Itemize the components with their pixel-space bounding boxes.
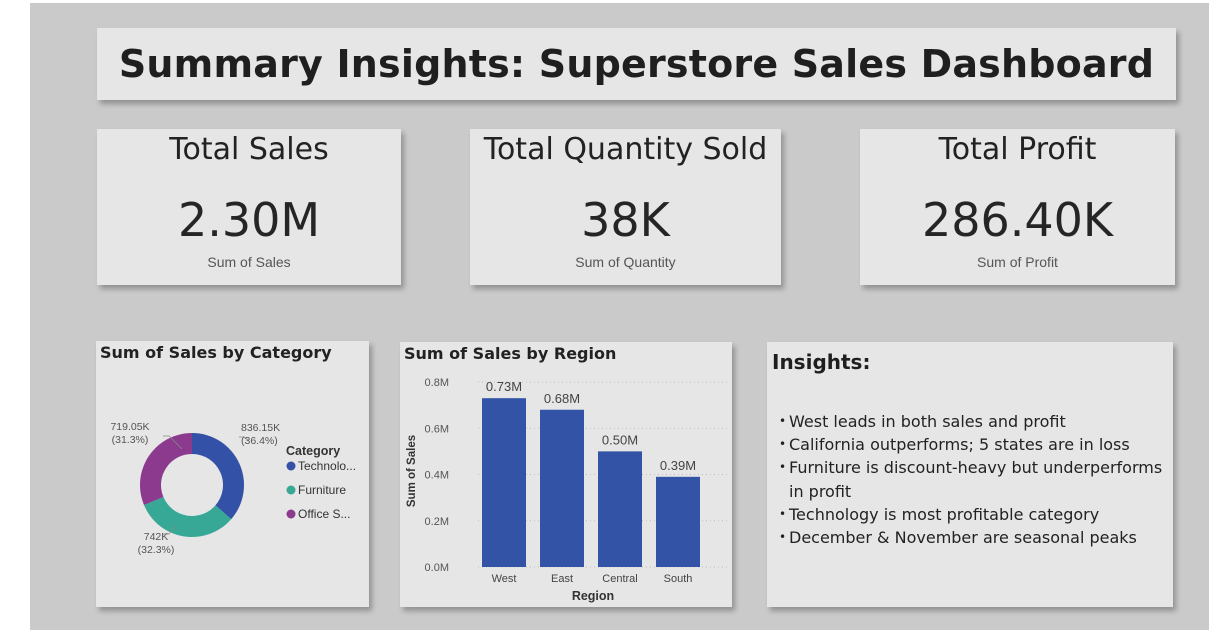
bar[interactable]	[482, 398, 526, 567]
x-tick-label: West	[492, 573, 517, 585]
sales-by-category-chart[interactable]: Sum of Sales by Category 836.15K (36.4%) 7…	[96, 341, 369, 607]
y-tick-label: 0.4M	[425, 470, 449, 482]
donut-value-label: 836.15K	[241, 422, 280, 434]
donut-percent-label: (31.3%)	[112, 434, 149, 446]
donut-value-label: 742K	[144, 531, 169, 543]
donut-percent-label: (36.4%)	[241, 435, 278, 447]
insights-list: West leads in both sales and profit Cali…	[779, 410, 1167, 549]
bar-value-label: 0.39M	[660, 458, 696, 473]
insight-item: Technology is most profitable category	[779, 503, 1167, 526]
y-tick-label: 0.0M	[425, 562, 449, 574]
sales-by-region-chart[interactable]: Sum of Sales by Region 0.0M 0.2M 0.4M 0.6M 0…	[400, 342, 732, 607]
donut-slice[interactable]	[192, 433, 245, 520]
page-title: Summary Insights: Superstore Sales Dashb…	[118, 42, 1155, 86]
insights-panel: Insights: West leads in both sales and p…	[767, 342, 1173, 607]
y-tick-label: 0.6M	[425, 423, 449, 435]
kpi-label: Sum of Sales	[207, 254, 291, 270]
legend-marker	[286, 485, 296, 495]
x-tick-label: Central	[602, 573, 637, 585]
bar-value-label: 0.73M	[486, 379, 522, 394]
kpi-label: Sum of Profit	[977, 254, 1058, 270]
title-card: Summary Insights: Superstore Sales Dashb…	[97, 28, 1176, 100]
kpi-value: 38K	[581, 193, 670, 247]
y-tick-label: 0.2M	[425, 516, 449, 528]
insights-title: Insights:	[772, 350, 871, 374]
donut-percent-label: (32.3%)	[138, 544, 175, 556]
kpi-card-total-quantity[interactable]: Total Quantity Sold 38K Sum of Quantity	[470, 129, 781, 285]
x-axis-label: Region	[572, 589, 614, 603]
x-tick-label: South	[664, 573, 693, 585]
bar-value-label: 0.50M	[602, 432, 638, 447]
kpi-card-total-sales[interactable]: Total Sales 2.30M Sum of Sales	[97, 129, 401, 285]
legend-title: Category	[286, 444, 340, 458]
bar[interactable]	[540, 409, 584, 567]
insight-item: Furniture is discount-heavy but underper…	[779, 456, 1167, 502]
y-axis-label: Sum of Sales	[406, 435, 418, 507]
kpi-value: 286.40K	[921, 193, 1114, 247]
bar[interactable]	[656, 476, 700, 567]
bar-chart-svg: 0.0M 0.2M 0.4M 0.6M 0.8M Sum of Sales 0.73M Wes…	[406, 377, 728, 603]
kpi-value: 2.30M	[177, 193, 321, 247]
legend-label[interactable]: Office S...	[298, 507, 350, 521]
donut-chart-svg: 836.15K(36.4%) 742K(32.3%) 719.05K(31.3%) C…	[110, 421, 356, 556]
legend-marker	[286, 461, 296, 471]
x-tick-label: East	[551, 573, 573, 585]
legend-marker	[286, 509, 296, 519]
insight-item: California outperforms; 5 states are in …	[779, 433, 1167, 456]
bar-value-label: 0.68M	[544, 391, 580, 406]
legend-label[interactable]: Furniture	[298, 483, 346, 497]
bar[interactable]	[598, 451, 642, 567]
kpi-title: Total Sales	[169, 132, 329, 167]
donut-value-label: 719.05K	[110, 421, 149, 433]
insight-item: West leads in both sales and profit	[779, 410, 1167, 433]
kpi-label: Sum of Quantity	[575, 254, 676, 270]
kpi-title: Total Quantity Sold	[483, 132, 768, 167]
y-tick-label: 0.8M	[425, 377, 449, 389]
kpi-title: Total Profit	[938, 132, 1097, 167]
kpi-card-total-profit[interactable]: Total Profit 286.40K Sum of Profit	[860, 129, 1175, 285]
legend-label[interactable]: Technolo...	[298, 459, 356, 473]
insight-item: December & November are seasonal peaks	[779, 526, 1167, 549]
